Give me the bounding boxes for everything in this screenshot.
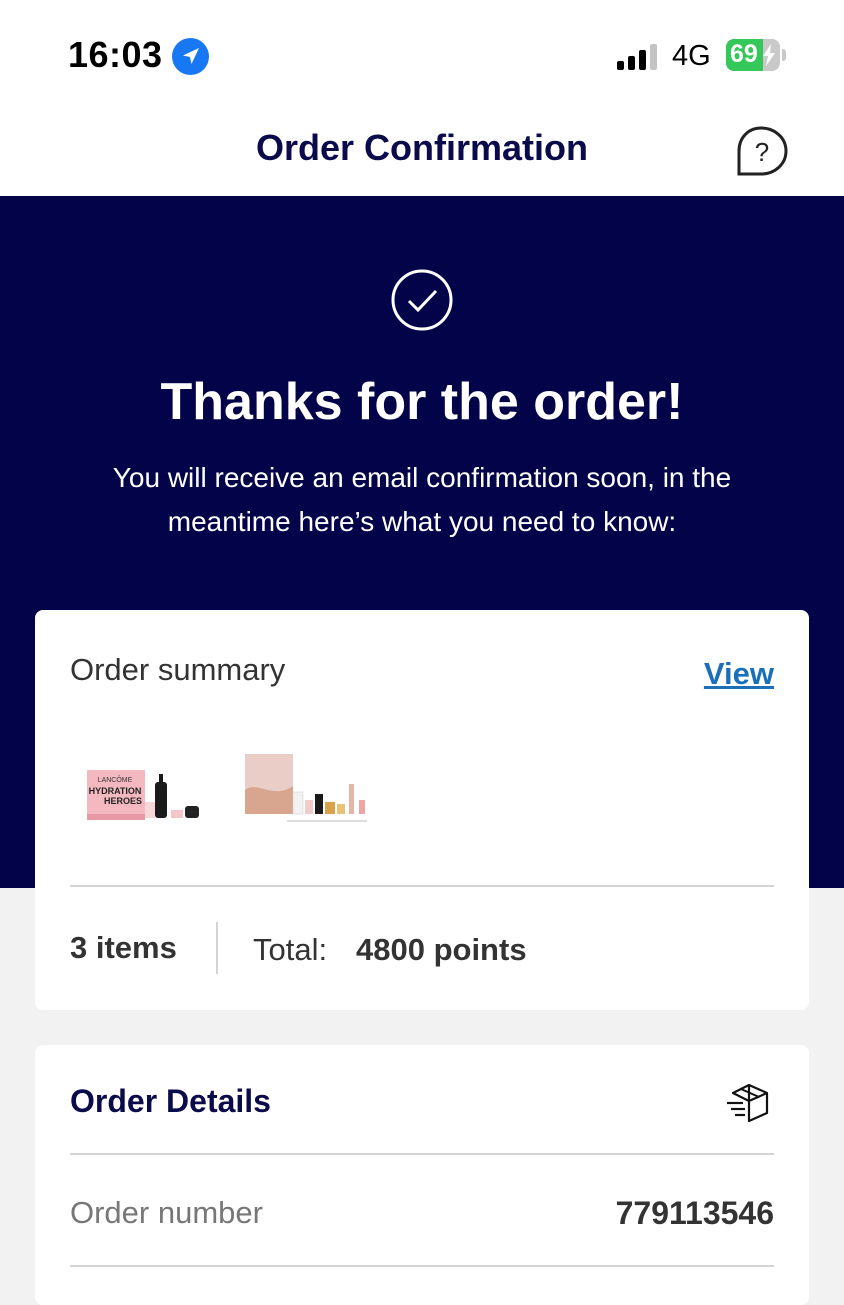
battery-charging-icon: 69	[726, 39, 786, 71]
location-arrow-icon	[172, 38, 209, 75]
summary-separator	[216, 922, 218, 974]
svg-text:?: ?	[755, 137, 769, 167]
order-summary-card: Order summary View LANCÔME HYDRATION HER…	[35, 610, 809, 1010]
total-label: Total:	[253, 932, 328, 967]
status-time: 16:03	[68, 34, 163, 75]
total-value: 4800 points	[356, 932, 527, 967]
view-order-link[interactable]: View	[704, 656, 774, 692]
bolt-icon	[763, 44, 775, 66]
status-bar: 16:03 4G 69	[0, 0, 844, 105]
check-circle-icon	[391, 269, 453, 331]
details-divider	[70, 1153, 774, 1155]
hero-subtitle: You will receive an email confirmation s…	[112, 462, 732, 537]
battery-percent: 69	[730, 40, 758, 68]
product-thumbnail[interactable]	[243, 750, 373, 830]
network-type: 4G	[672, 40, 711, 72]
summary-divider	[70, 885, 774, 887]
order-number-label: Order number	[70, 1195, 263, 1230]
nav-bar: Order Confirmation ?	[0, 105, 844, 196]
product-thumbnail[interactable]: LANCÔME HYDRATION HEROES	[85, 750, 215, 830]
delivery-box-icon	[727, 1083, 769, 1123]
details-divider	[70, 1265, 774, 1267]
order-number-value: 779113546	[615, 1195, 774, 1231]
page-title: Order Confirmation	[255, 127, 588, 168]
svg-text:HYDRATION: HYDRATION	[89, 786, 142, 796]
svg-text:LANCÔME: LANCÔME	[98, 775, 133, 784]
order-details-title: Order Details	[70, 1083, 271, 1119]
items-count: 3 items	[70, 930, 177, 965]
order-details-card: Order Details Order number 779113546	[35, 1045, 809, 1305]
question-bubble-icon[interactable]: ?	[733, 125, 789, 177]
order-summary-label: Order summary	[70, 652, 286, 687]
hero-title: Thanks for the order!	[160, 373, 684, 431]
signal-bars-icon	[617, 44, 657, 70]
svg-text:HEROES: HEROES	[104, 796, 142, 806]
